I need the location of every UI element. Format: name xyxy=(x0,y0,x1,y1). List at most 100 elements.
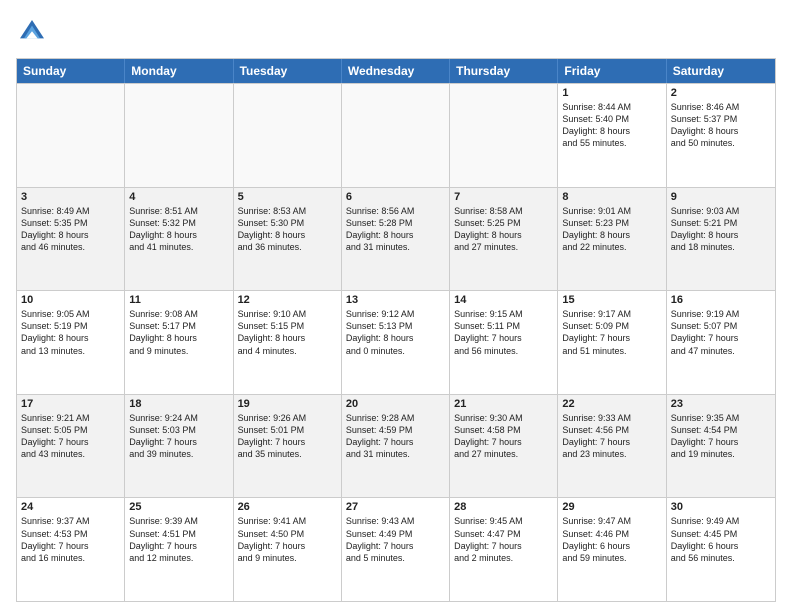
header xyxy=(16,16,776,48)
day-info: Sunrise: 9:05 AMSunset: 5:19 PMDaylight:… xyxy=(21,308,120,357)
day-info: Sunrise: 9:24 AMSunset: 5:03 PMDaylight:… xyxy=(129,412,228,461)
logo-icon xyxy=(16,16,48,48)
day-number: 15 xyxy=(562,294,661,306)
day-number: 5 xyxy=(238,191,337,203)
day-info: Sunrise: 9:21 AMSunset: 5:05 PMDaylight:… xyxy=(21,412,120,461)
week-row-2: 3 Sunrise: 8:49 AMSunset: 5:35 PMDaylight… xyxy=(17,187,775,291)
day-number: 27 xyxy=(346,501,445,513)
day-number: 20 xyxy=(346,398,445,410)
day-info: Sunrise: 9:47 AMSunset: 4:46 PMDaylight:… xyxy=(562,515,661,564)
day-number: 12 xyxy=(238,294,337,306)
day-info: Sunrise: 9:39 AMSunset: 4:51 PMDaylight:… xyxy=(129,515,228,564)
day-cell-14: 14Sunrise: 9:15 AMSunset: 5:11 PMDayligh… xyxy=(450,291,558,394)
day-cell-19: 19 Sunrise: 9:26 AMSunset: 5:01 PMDayligh… xyxy=(234,395,342,498)
day-cell-6: 6 Sunrise: 8:56 AMSunset: 5:28 PMDaylight… xyxy=(342,188,450,291)
day-info: Sunrise: 9:15 AMSunset: 5:11 PMDaylight:… xyxy=(454,308,553,357)
calendar-header: SundayMondayTuesdayWednesdayThursdayFrid… xyxy=(17,59,775,83)
day-number: 28 xyxy=(454,501,553,513)
day-info: Sunrise: 9:19 AMSunset: 5:07 PMDaylight:… xyxy=(671,308,771,357)
empty-cell xyxy=(17,84,125,187)
logo xyxy=(16,16,52,48)
day-number: 6 xyxy=(346,191,445,203)
day-cell-28: 28 Sunrise: 9:45 AMSunset: 4:47 PMDayligh… xyxy=(450,498,558,601)
day-info: Sunrise: 9:01 AMSunset: 5:23 PMDaylight:… xyxy=(562,205,661,254)
empty-cell xyxy=(234,84,342,187)
day-info: Sunrise: 8:53 AMSunset: 5:30 PMDaylight:… xyxy=(238,205,337,254)
day-number: 4 xyxy=(129,191,228,203)
header-day-friday: Friday xyxy=(558,59,666,83)
day-number: 11 xyxy=(129,294,228,306)
empty-cell xyxy=(125,84,233,187)
day-info: Sunrise: 9:43 AMSunset: 4:49 PMDaylight:… xyxy=(346,515,445,564)
day-number: 30 xyxy=(671,501,771,513)
day-info: Sunrise: 9:35 AMSunset: 4:54 PMDaylight:… xyxy=(671,412,771,461)
day-info: Sunrise: 8:44 AMSunset: 5:40 PMDaylight:… xyxy=(562,101,661,150)
day-number: 3 xyxy=(21,191,120,203)
day-cell-11: 11 Sunrise: 9:08 AMSunset: 5:17 PMDayligh… xyxy=(125,291,233,394)
day-cell-16: 16 Sunrise: 9:19 AMSunset: 5:07 PMDayligh… xyxy=(667,291,775,394)
header-day-sunday: Sunday xyxy=(17,59,125,83)
day-cell-4: 4 Sunrise: 8:51 AMSunset: 5:32 PMDaylight… xyxy=(125,188,233,291)
day-number: 17 xyxy=(21,398,120,410)
day-info: Sunrise: 8:49 AMSunset: 5:35 PMDaylight:… xyxy=(21,205,120,254)
day-cell-2: 2Sunrise: 8:46 AMSunset: 5:37 PMDaylight… xyxy=(667,84,775,187)
header-day-tuesday: Tuesday xyxy=(234,59,342,83)
day-number: 24 xyxy=(21,501,120,513)
day-number: 13 xyxy=(346,294,445,306)
day-info: Sunrise: 9:33 AMSunset: 4:56 PMDaylight:… xyxy=(562,412,661,461)
day-cell-7: 7 Sunrise: 8:58 AMSunset: 5:25 PMDaylight… xyxy=(450,188,558,291)
calendar-body: 1Sunrise: 8:44 AMSunset: 5:40 PMDaylight… xyxy=(17,83,775,601)
header-day-saturday: Saturday xyxy=(667,59,775,83)
day-cell-9: 9Sunrise: 9:03 AMSunset: 5:21 PMDaylight… xyxy=(667,188,775,291)
day-info: Sunrise: 9:49 AMSunset: 4:45 PMDaylight:… xyxy=(671,515,771,564)
day-cell-30: 30 Sunrise: 9:49 AMSunset: 4:45 PMDayligh… xyxy=(667,498,775,601)
day-info: Sunrise: 8:51 AMSunset: 5:32 PMDaylight:… xyxy=(129,205,228,254)
week-row-4: 17 Sunrise: 9:21 AMSunset: 5:05 PMDayligh… xyxy=(17,394,775,498)
day-info: Sunrise: 8:58 AMSunset: 5:25 PMDaylight:… xyxy=(454,205,553,254)
day-number: 7 xyxy=(454,191,553,203)
day-cell-1: 1Sunrise: 8:44 AMSunset: 5:40 PMDaylight… xyxy=(558,84,666,187)
day-number: 18 xyxy=(129,398,228,410)
page: SundayMondayTuesdayWednesdayThursdayFrid… xyxy=(0,0,792,612)
day-cell-20: 20 Sunrise: 9:28 AMSunset: 4:59 PMDayligh… xyxy=(342,395,450,498)
day-info: Sunrise: 9:10 AMSunset: 5:15 PMDaylight:… xyxy=(238,308,337,357)
day-cell-5: 5 Sunrise: 8:53 AMSunset: 5:30 PMDaylight… xyxy=(234,188,342,291)
day-number: 16 xyxy=(671,294,771,306)
header-day-wednesday: Wednesday xyxy=(342,59,450,83)
empty-cell xyxy=(342,84,450,187)
day-cell-29: 29 Sunrise: 9:47 AMSunset: 4:46 PMDayligh… xyxy=(558,498,666,601)
day-number: 26 xyxy=(238,501,337,513)
day-cell-23: 23 Sunrise: 9:35 AMSunset: 4:54 PMDayligh… xyxy=(667,395,775,498)
calendar: SundayMondayTuesdayWednesdayThursdayFrid… xyxy=(16,58,776,602)
day-cell-25: 25Sunrise: 9:39 AMSunset: 4:51 PMDayligh… xyxy=(125,498,233,601)
day-info: Sunrise: 9:17 AMSunset: 5:09 PMDaylight:… xyxy=(562,308,661,357)
day-cell-17: 17 Sunrise: 9:21 AMSunset: 5:05 PMDayligh… xyxy=(17,395,125,498)
day-info: Sunrise: 9:45 AMSunset: 4:47 PMDaylight:… xyxy=(454,515,553,564)
day-info: Sunrise: 8:46 AMSunset: 5:37 PMDaylight:… xyxy=(671,101,771,150)
day-cell-13: 13 Sunrise: 9:12 AMSunset: 5:13 PMDayligh… xyxy=(342,291,450,394)
week-row-5: 24 Sunrise: 9:37 AMSunset: 4:53 PMDayligh… xyxy=(17,497,775,601)
day-info: Sunrise: 9:28 AMSunset: 4:59 PMDaylight:… xyxy=(346,412,445,461)
header-day-thursday: Thursday xyxy=(450,59,558,83)
day-info: Sunrise: 8:56 AMSunset: 5:28 PMDaylight:… xyxy=(346,205,445,254)
day-cell-8: 8Sunrise: 9:01 AMSunset: 5:23 PMDaylight… xyxy=(558,188,666,291)
day-cell-18: 18 Sunrise: 9:24 AMSunset: 5:03 PMDayligh… xyxy=(125,395,233,498)
header-day-monday: Monday xyxy=(125,59,233,83)
day-info: Sunrise: 9:08 AMSunset: 5:17 PMDaylight:… xyxy=(129,308,228,357)
day-cell-15: 15 Sunrise: 9:17 AMSunset: 5:09 PMDayligh… xyxy=(558,291,666,394)
day-number: 22 xyxy=(562,398,661,410)
day-cell-24: 24 Sunrise: 9:37 AMSunset: 4:53 PMDayligh… xyxy=(17,498,125,601)
day-info: Sunrise: 9:12 AMSunset: 5:13 PMDaylight:… xyxy=(346,308,445,357)
day-info: Sunrise: 9:26 AMSunset: 5:01 PMDaylight:… xyxy=(238,412,337,461)
day-info: Sunrise: 9:41 AMSunset: 4:50 PMDaylight:… xyxy=(238,515,337,564)
day-cell-26: 26 Sunrise: 9:41 AMSunset: 4:50 PMDayligh… xyxy=(234,498,342,601)
day-number: 23 xyxy=(671,398,771,410)
day-cell-22: 22 Sunrise: 9:33 AMSunset: 4:56 PMDayligh… xyxy=(558,395,666,498)
empty-cell xyxy=(450,84,558,187)
day-cell-21: 21Sunrise: 9:30 AMSunset: 4:58 PMDayligh… xyxy=(450,395,558,498)
day-info: Sunrise: 9:37 AMSunset: 4:53 PMDaylight:… xyxy=(21,515,120,564)
day-number: 19 xyxy=(238,398,337,410)
week-row-3: 10Sunrise: 9:05 AMSunset: 5:19 PMDayligh… xyxy=(17,290,775,394)
day-number: 29 xyxy=(562,501,661,513)
week-row-1: 1Sunrise: 8:44 AMSunset: 5:40 PMDaylight… xyxy=(17,83,775,187)
